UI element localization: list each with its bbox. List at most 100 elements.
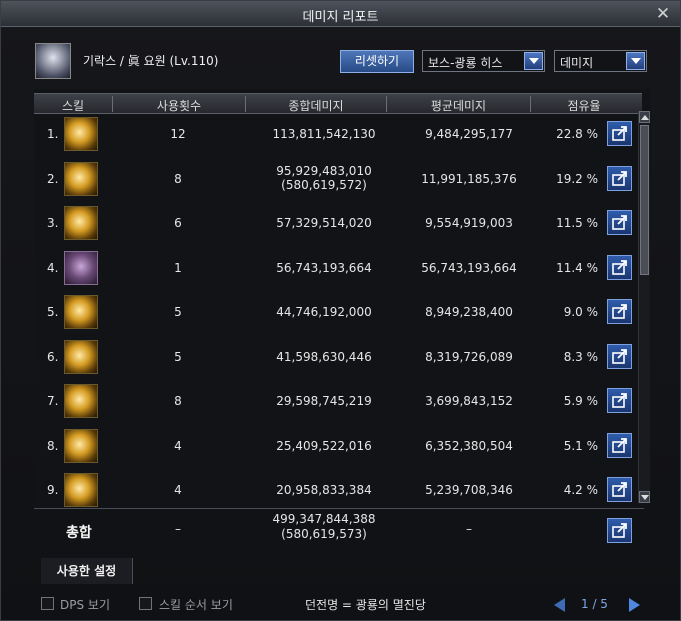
table-row: 2. 8 95,929,483,010 (580,619,572) 11,991,185… xyxy=(34,158,642,202)
table-row: 6. 5 41,598,630,446 8,319,726,089 8.3 % xyxy=(34,336,642,380)
row-share: 22.8 % xyxy=(556,127,598,141)
share-export-icon xyxy=(612,348,627,364)
row-rank: 5. xyxy=(47,305,59,319)
skill-icon xyxy=(64,339,98,374)
skill-icon xyxy=(64,428,98,463)
share-button[interactable] xyxy=(607,254,632,280)
dungeon-name: 던전명 = 광룡의 멸진당 xyxy=(305,598,426,612)
row-total-damage-value: 20,958,833,384 xyxy=(276,483,372,497)
table-row: 9. 4 20,958,833,384 5,239,708,346 4.2 % xyxy=(34,469,642,513)
scrollbar[interactable] xyxy=(638,111,650,503)
row-total-damage-value: 113,811,542,130 xyxy=(272,127,376,141)
row-uses: 4 xyxy=(174,438,182,453)
scroll-thumb[interactable] xyxy=(640,125,649,275)
row-uses: 8 xyxy=(174,394,182,408)
bottom-bar: DPS 보기 스킬 순서 보기 던전명 = 광룡의 멸진당 1 / 5 xyxy=(1,593,680,620)
row-total-damage: 20,958,833,384 xyxy=(249,483,399,497)
row-total-damage-value: 41,598,630,446 xyxy=(276,349,372,364)
share-button[interactable] xyxy=(607,210,632,235)
share-export-icon xyxy=(612,259,627,275)
used-settings-tab[interactable]: 사용한 설정 xyxy=(41,558,133,584)
table-row: 3. 6 57,329,514,020 9,554,919,003 11.5 % xyxy=(34,202,642,246)
header-share: 점유율 xyxy=(567,99,601,113)
skill-order-label[interactable]: 스킬 순서 보기 xyxy=(159,596,233,613)
boss-filter-value: 보스-광룡 히스 xyxy=(428,56,503,70)
row-uses: 4 xyxy=(174,483,182,497)
row-share: 19.2 % xyxy=(556,171,598,186)
share-button[interactable] xyxy=(607,299,632,324)
skill-icon xyxy=(64,161,98,196)
row-rank: 8. xyxy=(47,438,59,453)
share-export-icon xyxy=(612,393,627,408)
share-export-icon xyxy=(612,215,627,230)
skill-icon xyxy=(64,473,98,507)
table-row: 7. 8 29,598,745,219 3,699,843,152 5.9 % xyxy=(34,380,642,424)
row-total-damage-value: 57,329,514,020 xyxy=(276,216,372,230)
row-rank: 2. xyxy=(47,171,59,186)
share-button[interactable] xyxy=(607,477,632,502)
row-uses: 12 xyxy=(170,127,186,141)
row-share: 5.9 % xyxy=(563,394,598,408)
row-total-damage-value: 44,746,192,000 xyxy=(276,305,372,319)
reset-button[interactable]: 리셋하기 xyxy=(340,50,414,73)
row-rank: 6. xyxy=(47,349,59,364)
close-icon[interactable]: ✕ xyxy=(654,5,672,23)
row-total-damage-value: 95,929,483,010 xyxy=(276,163,372,178)
share-button[interactable] xyxy=(607,165,632,191)
share-export-icon xyxy=(612,523,627,538)
share-export-icon xyxy=(612,482,627,497)
character-portrait xyxy=(35,43,71,79)
share-button[interactable] xyxy=(607,343,632,369)
skill-icon xyxy=(64,250,98,285)
share-export-icon xyxy=(612,437,627,453)
table-row: 8. 4 25,409,522,016 6,352,380,504 5.1 % xyxy=(34,425,642,469)
boss-filter-dropdown[interactable]: 보스-광룡 히스 xyxy=(422,50,545,72)
skill-icon xyxy=(64,117,98,151)
share-button[interactable] xyxy=(607,121,632,146)
scroll-up-arrow-icon[interactable] xyxy=(639,111,650,123)
dps-view-checkbox[interactable] xyxy=(41,597,54,610)
row-share: 5.1 % xyxy=(563,438,598,453)
table-row: 5. 5 44,746,192,000 8,949,238,400 9.0 % xyxy=(34,291,642,335)
skill-icon xyxy=(64,384,98,418)
damage-report-window: 데미지 리포트 ✕ 기락스 / 眞 요원 (Lv.110) 리셋하기 보스-광룡… xyxy=(0,0,681,621)
row-rank: 3. xyxy=(47,216,59,230)
title-bar[interactable]: 데미지 리포트 ✕ xyxy=(1,1,680,27)
total-row: 총합 – 499,347,844,388 (580,619,573) – xyxy=(34,510,644,552)
share-button[interactable] xyxy=(607,518,632,543)
total-damage-value: 499,347,844,388 xyxy=(272,512,376,526)
previous-page-icon[interactable] xyxy=(554,598,565,612)
row-rank: 9. xyxy=(47,483,59,497)
character-name: 기락스 / 眞 요원 (Lv.110) xyxy=(83,54,219,68)
chevron-down-icon[interactable] xyxy=(626,52,645,70)
share-export-icon xyxy=(612,304,627,319)
skill-order-checkbox[interactable] xyxy=(139,597,152,610)
total-damage-sub-value: (580,619,573) xyxy=(281,527,367,541)
share-button[interactable] xyxy=(607,388,632,413)
skill-icon xyxy=(64,295,98,329)
row-uses: 8 xyxy=(174,171,182,186)
total-label: 총합 xyxy=(66,525,92,541)
row-share: 9.0 % xyxy=(563,305,598,319)
header-avg-damage: 평균데미지 xyxy=(430,99,487,113)
window-title: 데미지 리포트 xyxy=(302,10,379,25)
page-indicator: 1 / 5 xyxy=(581,597,608,611)
total-avg: – xyxy=(466,522,472,536)
total-uses: – xyxy=(175,522,181,536)
share-export-icon xyxy=(612,170,627,186)
next-page-icon[interactable] xyxy=(629,598,640,612)
row-uses: 1 xyxy=(174,260,182,275)
table-row: 1. 12 113,811,542,130 9,484,295,177 22.8 % xyxy=(34,113,642,157)
header-total-damage: 종합데미지 xyxy=(288,99,344,113)
header-skill: 스킬 xyxy=(61,99,85,113)
dps-view-label[interactable]: DPS 보기 xyxy=(60,596,110,613)
row-uses: 6 xyxy=(174,216,182,230)
share-button[interactable] xyxy=(607,432,632,458)
row-total-damage: 57,329,514,020 xyxy=(249,216,399,230)
row-uses: 5 xyxy=(174,305,182,319)
skill-table: 스킬 사용횟수 종합데미지 평균데미지 점유율 1. 12 113,811,542,… xyxy=(34,89,651,507)
scroll-down-arrow-icon[interactable] xyxy=(639,491,650,503)
chevron-down-icon[interactable] xyxy=(524,52,543,70)
metric-filter-dropdown[interactable]: 데미지 xyxy=(554,50,647,72)
row-rank: 1. xyxy=(47,127,59,141)
